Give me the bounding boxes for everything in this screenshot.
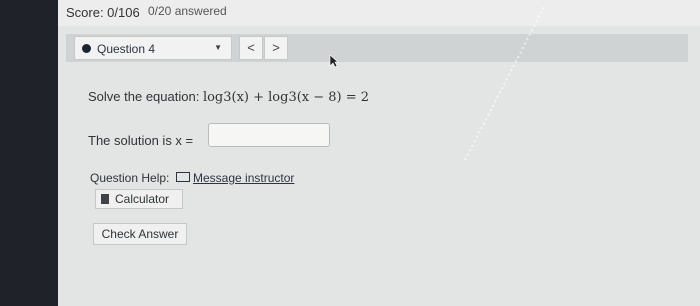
mail-icon: [176, 172, 190, 182]
question-status-dot: [82, 44, 91, 53]
check-answer-button[interactable]: Check Answer: [93, 223, 187, 245]
screen-glare: [464, 4, 546, 161]
calculator-label: Calculator: [115, 192, 170, 206]
message-instructor-label: Message instructor: [193, 171, 295, 185]
caret-down-icon: ▼: [214, 43, 222, 52]
score-text: Score: 0/106: [66, 5, 140, 20]
assignment-page: Score: 0/106 0/20 answered Question 4 ▼ …: [58, 0, 700, 306]
problem-equation: log3(x) + log3(x − 8) = 2: [202, 90, 370, 105]
solution-label: The solution is x =: [88, 133, 194, 148]
problem-prompt: Solve the equation:: [88, 89, 200, 104]
question-help-label: Question Help:: [90, 171, 170, 185]
calculator-icon: [101, 194, 109, 204]
answered-count: 0/20 answered: [148, 4, 227, 18]
problem-statement: Solve the equation: log3(x) + log3(x − 8…: [88, 89, 369, 105]
next-question-button[interactable]: >: [264, 36, 288, 60]
calculator-button[interactable]: Calculator: [95, 189, 183, 209]
question-select-value: Question 4: [97, 42, 156, 56]
solution-input[interactable]: [208, 123, 330, 147]
message-instructor-link[interactable]: Message instructor: [176, 171, 294, 185]
score-bar: Score: 0/106 0/20 answered: [58, 0, 700, 26]
question-select[interactable]: Question 4 ▼: [74, 36, 232, 60]
mouse-cursor-icon: [329, 54, 339, 68]
previous-question-button[interactable]: <: [239, 36, 263, 60]
